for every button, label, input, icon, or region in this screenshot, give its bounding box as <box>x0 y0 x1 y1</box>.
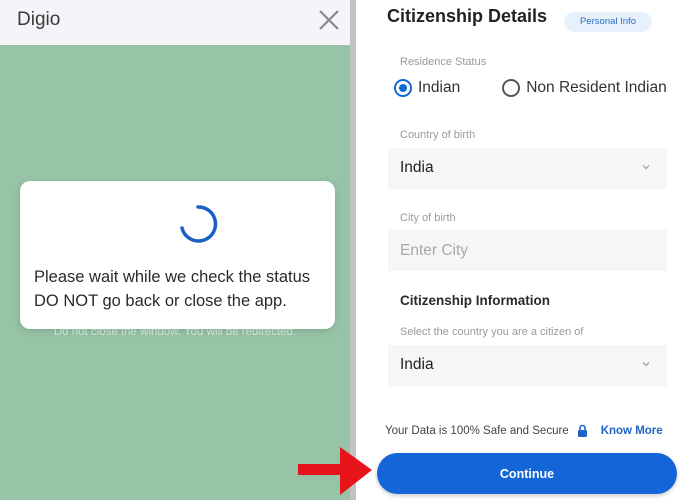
city-of-birth-input[interactable] <box>388 230 667 271</box>
radio-checked-icon <box>394 79 412 97</box>
chevron-down-icon <box>642 165 650 170</box>
personal-info-badge: Personal Info <box>564 12 652 32</box>
city-of-birth-label: City of birth <box>400 212 456 224</box>
status-check-modal: Please wait while we check the status DO… <box>20 181 335 329</box>
digio-title: Digio <box>17 9 61 30</box>
radio-indian-label: Indian <box>418 79 461 96</box>
radio-indian[interactable]: Indian <box>394 79 460 97</box>
radio-nri-label: Non Resident Indian <box>526 79 667 96</box>
secure-note-row: Your Data is 100% Safe and Secure Know M… <box>385 424 663 437</box>
modal-message: Please wait while we check the status DO… <box>34 265 334 313</box>
secure-note: Your Data is 100% Safe and Secure <box>385 424 569 437</box>
know-more-link[interactable]: Know More <box>601 425 663 437</box>
page-title: Citizenship Details <box>387 6 548 26</box>
lock-icon <box>577 424 587 437</box>
residence-status-label: Residence Status <box>400 56 487 68</box>
citizen-country-select[interactable]: India <box>388 345 667 386</box>
loading-spinner-icon <box>180 205 218 243</box>
modal-message-line2: DO NOT go back or close the app. <box>34 292 287 310</box>
citizen-country-value: India <box>400 356 434 373</box>
country-of-birth-select[interactable]: India <box>388 148 667 189</box>
red-arrow-annotation-icon <box>298 447 372 495</box>
citizenship-form: Citizenship Details Personal Info Reside… <box>356 0 700 500</box>
country-of-birth-value: India <box>400 159 434 176</box>
radio-unchecked-icon <box>502 79 521 97</box>
residence-status-radio-group: Indian Non Resident Indian <box>394 79 667 97</box>
digio-panel: Digio Do not close the window. You will … <box>0 0 350 500</box>
close-button[interactable] <box>316 7 342 33</box>
modal-message-line1: Please wait while we check the status <box>34 268 311 286</box>
continue-button[interactable]: Continue <box>377 453 677 494</box>
citizenship-information-title: Citizenship Information <box>400 293 550 308</box>
digio-header: Digio <box>0 0 350 45</box>
close-icon <box>319 10 339 30</box>
radio-non-resident-indian[interactable]: Non Resident Indian <box>502 79 667 97</box>
citizen-country-label: Select the country you are a citizen of <box>400 326 584 338</box>
chevron-down-icon <box>642 362 650 367</box>
country-of-birth-label: Country of birth <box>400 129 476 141</box>
